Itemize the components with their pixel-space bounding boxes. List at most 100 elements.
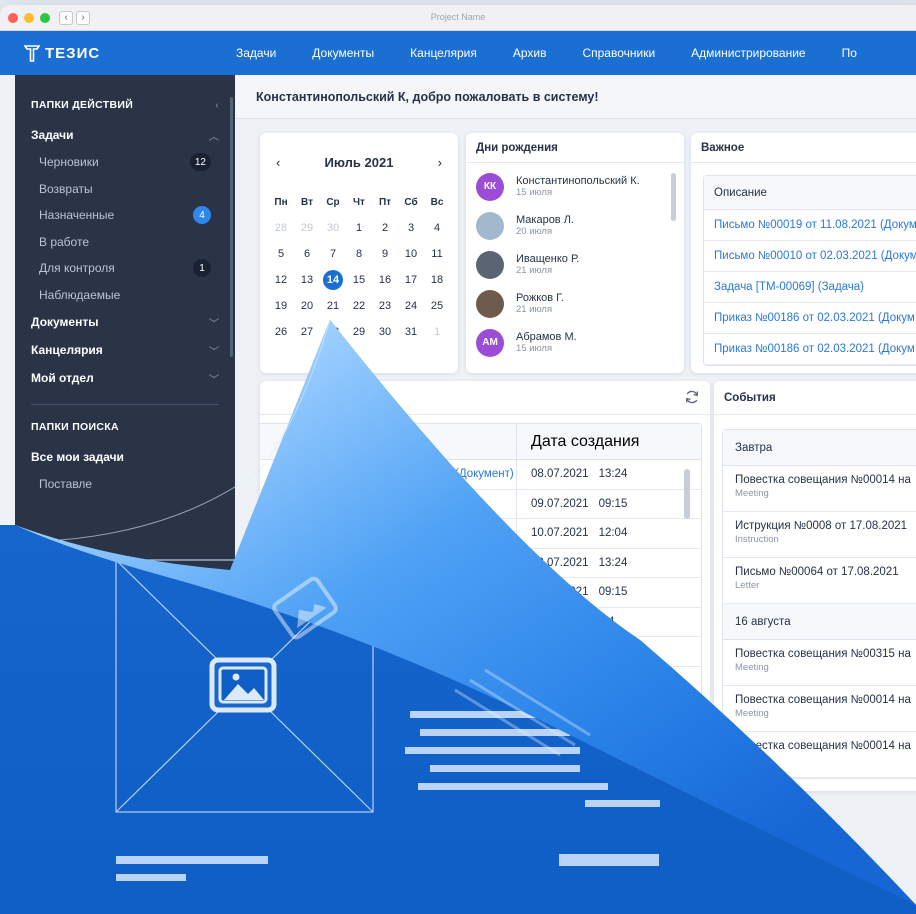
chevron-down-icon[interactable]: ﹀: [209, 371, 219, 386]
action-folders-header[interactable]: ПАПКИ ДЕЙСТВИЙ ‹: [15, 89, 235, 121]
important-row-link[interactable]: Приказ №00186 от 02.03.2021 (Докум: [704, 303, 916, 334]
search-folders-header[interactable]: ПАПКИ ПОИСКА: [15, 411, 235, 443]
table-row[interactable]: мент) 09.07.2021 09:15: [260, 489, 701, 519]
sidebar-item[interactable]: Для контроля 1: [15, 255, 235, 282]
calendar-day[interactable]: 15: [346, 269, 372, 291]
calendar-day[interactable]: 28: [268, 217, 294, 239]
event-item[interactable]: Повестка совещания №00315 на Meeting: [723, 640, 916, 686]
sidebar-section[interactable]: Документы ﹀: [15, 308, 235, 336]
calendar-day[interactable]: 10: [398, 243, 424, 265]
important-row-link[interactable]: Письмо №00019 от 11.08.2021 (Докум: [704, 210, 916, 241]
calendar-day[interactable]: 2: [372, 217, 398, 239]
calendar-day[interactable]: 29: [346, 321, 372, 343]
calendar-day[interactable]: 6: [294, 243, 320, 265]
collapse-sidebar-icon[interactable]: ‹: [215, 100, 219, 111]
table-row[interactable]: 21 13:24: [260, 637, 701, 667]
refresh-icon[interactable]: [684, 389, 700, 405]
chevron-up-icon[interactable]: ︿: [209, 128, 219, 143]
calendar-day[interactable]: 19: [268, 295, 294, 317]
chevron-down-icon[interactable]: ﹀: [209, 315, 219, 330]
calendar-day[interactable]: 27: [294, 321, 320, 343]
app-logo[interactable]: ТЕЗИС: [0, 44, 236, 62]
sidebar-section[interactable]: Канцелярия ﹀: [15, 336, 235, 364]
calendar-day[interactable]: 11: [424, 243, 450, 265]
event-item[interactable]: Повестка совещания №00014 на Meeting: [723, 466, 916, 512]
table-row[interactable]: .07.2021 12:04: [260, 607, 701, 637]
calendar-day-number: 5: [277, 248, 285, 260]
event-item[interactable]: Повестка совещания №00014 на Meeting: [723, 732, 916, 778]
calendar-day[interactable]: 18: [424, 269, 450, 291]
birthday-item[interactable]: АМ Абрамов М. 15 июля: [466, 323, 684, 362]
menu-item[interactable]: Администрирование: [691, 46, 805, 60]
important-row-link[interactable]: Задача [ТМ-00069] (Задача): [704, 272, 916, 303]
menu-item[interactable]: Канцелярия: [410, 46, 477, 60]
important-row-link[interactable]: Приказ №00186 от 02.03.2021 (Докум: [704, 334, 916, 365]
sidebar-item-label: В работе: [39, 234, 90, 249]
calendar-day[interactable]: 20: [294, 295, 320, 317]
calendar-day[interactable]: 7: [320, 243, 346, 265]
event-item[interactable]: Иструкция №0008 от 17.08.2021 Instruction: [723, 512, 916, 558]
calendar-day-number: 16: [378, 274, 392, 286]
calendar-day[interactable]: 31: [398, 321, 424, 343]
event-item[interactable]: Повестка совещания №00014 на Meeting: [723, 686, 916, 732]
menu-item[interactable]: По: [842, 46, 857, 60]
calendar-day[interactable]: 17: [398, 269, 424, 291]
task-name-link[interactable]: мент): [260, 498, 516, 510]
birthday-item[interactable]: Макаров Л. 20 июля: [466, 206, 684, 245]
birthday-item[interactable]: Иващенко Р. 21 июля: [466, 245, 684, 284]
menu-item[interactable]: Архив: [513, 46, 547, 60]
calendar-day[interactable]: 23: [372, 295, 398, 317]
birthdays-scrollbar[interactable]: [671, 173, 676, 221]
chevron-down-icon[interactable]: ﹀: [209, 343, 219, 358]
calendar-day[interactable]: 26: [268, 321, 294, 343]
window-title: Project Name: [430, 12, 486, 22]
next-month-button[interactable]: ›: [438, 155, 442, 170]
table-row[interactable]: 08.07.2021 13:24: [260, 548, 701, 578]
calendar-day[interactable]: 24: [398, 295, 424, 317]
calendar-day[interactable]: 30: [320, 217, 346, 239]
calendar-day[interactable]: 5: [268, 243, 294, 265]
calendar-day[interactable]: 22: [346, 295, 372, 317]
menu-item[interactable]: Справочники: [582, 46, 655, 60]
sidebar-item-search[interactable]: Поставле: [15, 471, 235, 498]
task-name-link[interactable]: (Документ): [260, 468, 516, 480]
sidebar-item[interactable]: Наблюдаемые: [15, 282, 235, 309]
calendar-day[interactable]: 25: [424, 295, 450, 317]
birthday-item[interactable]: Рожков Г. 21 июля: [466, 284, 684, 323]
sidebar-item[interactable]: Возвраты: [15, 176, 235, 203]
sidebar-section-all-my-tasks[interactable]: Все мои задачи: [15, 443, 235, 471]
menu-item[interactable]: Задачи: [236, 46, 276, 60]
table-row[interactable]: 09.07.2021 09:15: [260, 578, 701, 608]
calendar-day[interactable]: 16: [372, 269, 398, 291]
sidebar-section[interactable]: Мой отдел ﹀: [15, 364, 235, 392]
calendar-day[interactable]: 30: [372, 321, 398, 343]
calendar-day[interactable]: 28: [320, 321, 346, 343]
calendar-day-today[interactable]: 14: [320, 269, 346, 291]
calendar-day[interactable]: 1: [424, 321, 450, 343]
sidebar-item[interactable]: Назначенные 4: [15, 202, 235, 229]
birthday-item[interactable]: КК Константинопольский К. 15 июля: [466, 167, 684, 206]
sidebar-item[interactable]: В работе: [15, 229, 235, 256]
table-row[interactable]: (Документ) 08.07.2021 13:24: [260, 460, 701, 490]
menu-item[interactable]: Документы: [312, 46, 374, 60]
calendar-day[interactable]: 3: [398, 217, 424, 239]
sidebar-item[interactable]: Черновики 12: [15, 149, 235, 176]
calendar-day[interactable]: 8: [346, 243, 372, 265]
sidebar-scrollbar[interactable]: [230, 97, 233, 357]
date-created-column-header[interactable]: Дата создания: [516, 424, 656, 459]
calendar-day[interactable]: 12: [268, 269, 294, 291]
calendar-day[interactable]: 21: [320, 295, 346, 317]
important-column-header[interactable]: Описание: [704, 176, 916, 210]
table-row[interactable]: 09:15: [260, 666, 701, 696]
table-row[interactable]: 10.07.2021 12:04: [260, 519, 701, 549]
event-item[interactable]: Письмо №00064 от 17.08.2021 Letter: [723, 558, 916, 604]
sidebar-section[interactable]: Задачи ︿: [15, 121, 235, 149]
tasks-scrollbar[interactable]: [684, 469, 690, 519]
important-row-link[interactable]: Письмо №00010 от 02.03.2021 (Докум: [704, 241, 916, 272]
calendar-day[interactable]: 1: [346, 217, 372, 239]
calendar-day[interactable]: 4: [424, 217, 450, 239]
calendar-day[interactable]: 9: [372, 243, 398, 265]
calendar-day[interactable]: 13: [294, 269, 320, 291]
prev-month-button[interactable]: ‹: [276, 155, 280, 170]
calendar-day[interactable]: 29: [294, 217, 320, 239]
